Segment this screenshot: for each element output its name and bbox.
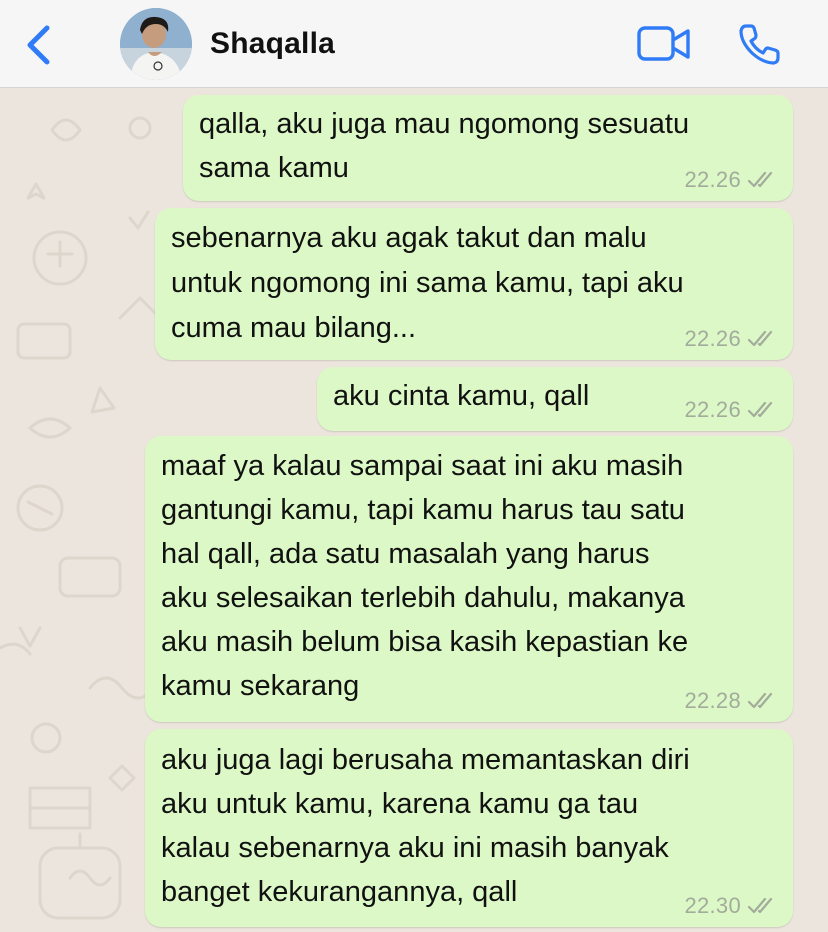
- message-text: untuk ngomong ini sama kamu, tapi aku: [171, 267, 684, 299]
- message-meta: 22.26: [684, 326, 777, 352]
- message-timestamp: 22.28: [684, 688, 741, 713]
- message-text: aku selesaikan terlebih dahulu, makanya: [161, 582, 685, 614]
- message-text: kalau sebenarnya aku ini masih banyak: [161, 832, 669, 864]
- double-check-icon: [747, 692, 773, 709]
- message-bubble[interactable]: maaf ya kalau sampai saat ini aku masih …: [145, 436, 793, 722]
- message-text: banget kekurangannya, qall: [161, 876, 518, 908]
- message-bubble[interactable]: aku juga lagi berusaha memantaskan diri …: [145, 729, 793, 927]
- message-meta: 22.28: [684, 688, 777, 714]
- phone-icon: [739, 24, 780, 65]
- video-call-button[interactable]: [636, 22, 692, 66]
- message-text: aku untuk kamu, karena kamu ga tau: [161, 788, 639, 820]
- avatar-photo: [120, 8, 192, 80]
- message-timestamp: 22.26: [684, 167, 741, 192]
- voice-call-button[interactable]: [736, 20, 784, 68]
- message-timestamp: 22.26: [684, 326, 741, 351]
- message-text: aku cinta kamu, qall: [333, 380, 590, 412]
- back-button[interactable]: [20, 24, 60, 66]
- chat-area[interactable]: qalla, aku juga mau ngomong sesuatu sama…: [0, 88, 828, 932]
- contact-name[interactable]: Shaqalla: [210, 24, 335, 64]
- message-text: gantungi kamu, tapi kamu harus tau satu: [161, 494, 685, 526]
- message-timestamp: 22.26: [684, 397, 741, 422]
- message-bubble[interactable]: aku cinta kamu, qall 22.26: [317, 367, 793, 431]
- message-text: maaf ya kalau sampai saat ini aku masih: [161, 450, 684, 482]
- message-text: aku juga lagi berusaha memantaskan diri: [161, 744, 690, 776]
- message-meta: 22.30: [684, 893, 777, 919]
- message-meta: 22.26: [684, 397, 777, 423]
- message-bubble[interactable]: sebenarnya aku agak takut dan malu untuk…: [155, 208, 793, 360]
- message-text: sama kamu: [199, 151, 349, 184]
- message-meta: 22.26: [684, 167, 777, 193]
- double-check-icon: [747, 330, 773, 347]
- double-check-icon: [747, 401, 773, 418]
- video-camera-icon: [637, 26, 690, 61]
- message-text: sebenarnya aku agak takut dan malu: [171, 222, 647, 254]
- message-text: qalla, aku juga mau ngomong sesuatu: [199, 108, 690, 140]
- message-text: aku masih belum bisa kasih kepastian ke: [161, 626, 689, 658]
- chevron-left-icon: [27, 25, 50, 65]
- message-text: kamu sekarang: [161, 670, 360, 702]
- message-text: cuma mau bilang...: [171, 312, 417, 344]
- message-text: hal qall, ada satu masalah yang harus: [161, 538, 650, 570]
- chat-header: Shaqalla: [0, 0, 828, 88]
- message-bubble[interactable]: qalla, aku juga mau ngomong sesuatu sama…: [183, 95, 793, 201]
- message-timestamp: 22.30: [684, 893, 741, 918]
- avatar[interactable]: [120, 8, 192, 80]
- double-check-icon: [747, 897, 773, 914]
- double-check-icon: [747, 171, 773, 188]
